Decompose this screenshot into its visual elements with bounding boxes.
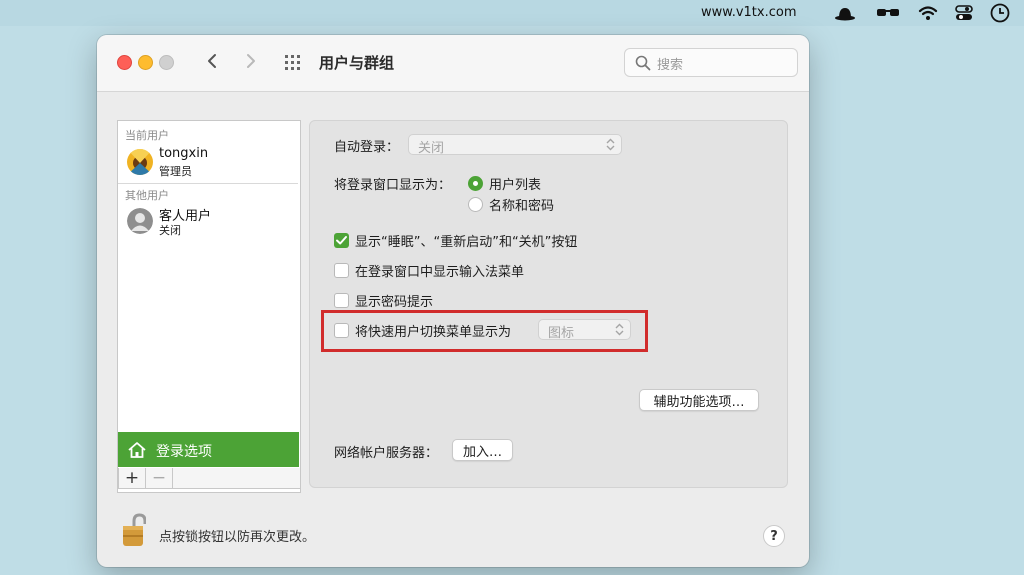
back-button[interactable] [202,51,222,71]
checkbox-input-menu-label: 在登录窗口中显示输入法菜单 [355,265,525,280]
help-button[interactable]: ? [763,525,785,547]
red-highlight-box [321,310,648,352]
user-role: 管理员 [159,165,192,178]
search-placeholder: 搜索 [657,58,684,73]
search-icon [635,55,651,71]
checkbox-show-sleep-label: 显示“睡眠”、“重新启动”和“关机”按钮 [355,235,578,250]
auto-login-value: 关闭 [418,141,445,156]
auto-login-popup[interactable]: 关闭 [408,134,622,156]
site-watermark: www.v1tx.com [701,5,797,20]
updown-arrows-icon [606,138,615,151]
users-groups-window: 用户与群组 搜索 当前用户 tongxin 管理员 其他用户 客人用户 关闭 登… [97,35,809,567]
close-button[interactable] [117,55,132,70]
hat-icon[interactable] [834,4,856,22]
control-center-icon[interactable] [955,4,973,22]
display-login-label: 将登录窗口显示为： [334,178,452,193]
accessibility-options-button[interactable]: 辅助功能选项… [639,389,759,411]
join-button[interactable]: 加入… [452,439,513,461]
chevron-right-icon [247,54,255,68]
minimize-button[interactable] [138,55,153,70]
radio-user-list[interactable] [468,176,483,191]
forward-button[interactable] [241,51,261,71]
search-field[interactable]: 搜索 [624,48,798,77]
zoom-button[interactable] [159,55,174,70]
window-title: 用户与群组 [319,54,395,72]
login-options-label: 登录选项 [156,444,212,460]
user-guest[interactable]: 客人用户 关闭 [118,200,298,242]
checkbox-input-menu[interactable] [334,263,349,278]
house-icon [128,442,146,458]
avatar [127,149,153,175]
auto-login-label: 自动登录： [334,140,400,155]
login-options-item[interactable]: 登录选项 [118,432,299,467]
user-name: tongxin [159,146,209,161]
chevron-left-icon [208,54,216,68]
title-bar: 用户与群组 搜索 [97,35,809,92]
network-server-label: 网络帐户服务器： [334,446,439,461]
radio-user-list-label: 用户列表 [489,178,542,193]
add-user-button[interactable]: + [119,468,146,488]
remove-user-button[interactable]: − [146,468,173,488]
checkbox-password-hint-label: 显示密码提示 [355,295,434,310]
user-role: 关闭 [159,224,181,237]
add-remove-bar: + − [118,468,301,489]
clock-icon[interactable] [990,3,1010,23]
divider [118,183,298,184]
guest-avatar-icon [127,208,153,234]
menu-bar: www.v1tx.com [0,0,1024,26]
unlocked-padlock-icon[interactable] [122,513,147,551]
radio-name-password-label: 名称和密码 [489,199,555,214]
glasses-icon[interactable] [876,4,900,22]
checkbox-show-sleep[interactable] [334,233,349,248]
wifi-icon[interactable] [918,4,938,22]
user-tongxin[interactable]: tongxin 管理员 [118,141,298,183]
show-all-grid-icon[interactable] [283,52,303,72]
checkmark-icon [336,236,347,245]
lock-hint-text: 点按锁按钮以防再次更改。 [159,530,316,545]
checkbox-password-hint[interactable] [334,293,349,308]
radio-name-password[interactable] [468,197,483,212]
